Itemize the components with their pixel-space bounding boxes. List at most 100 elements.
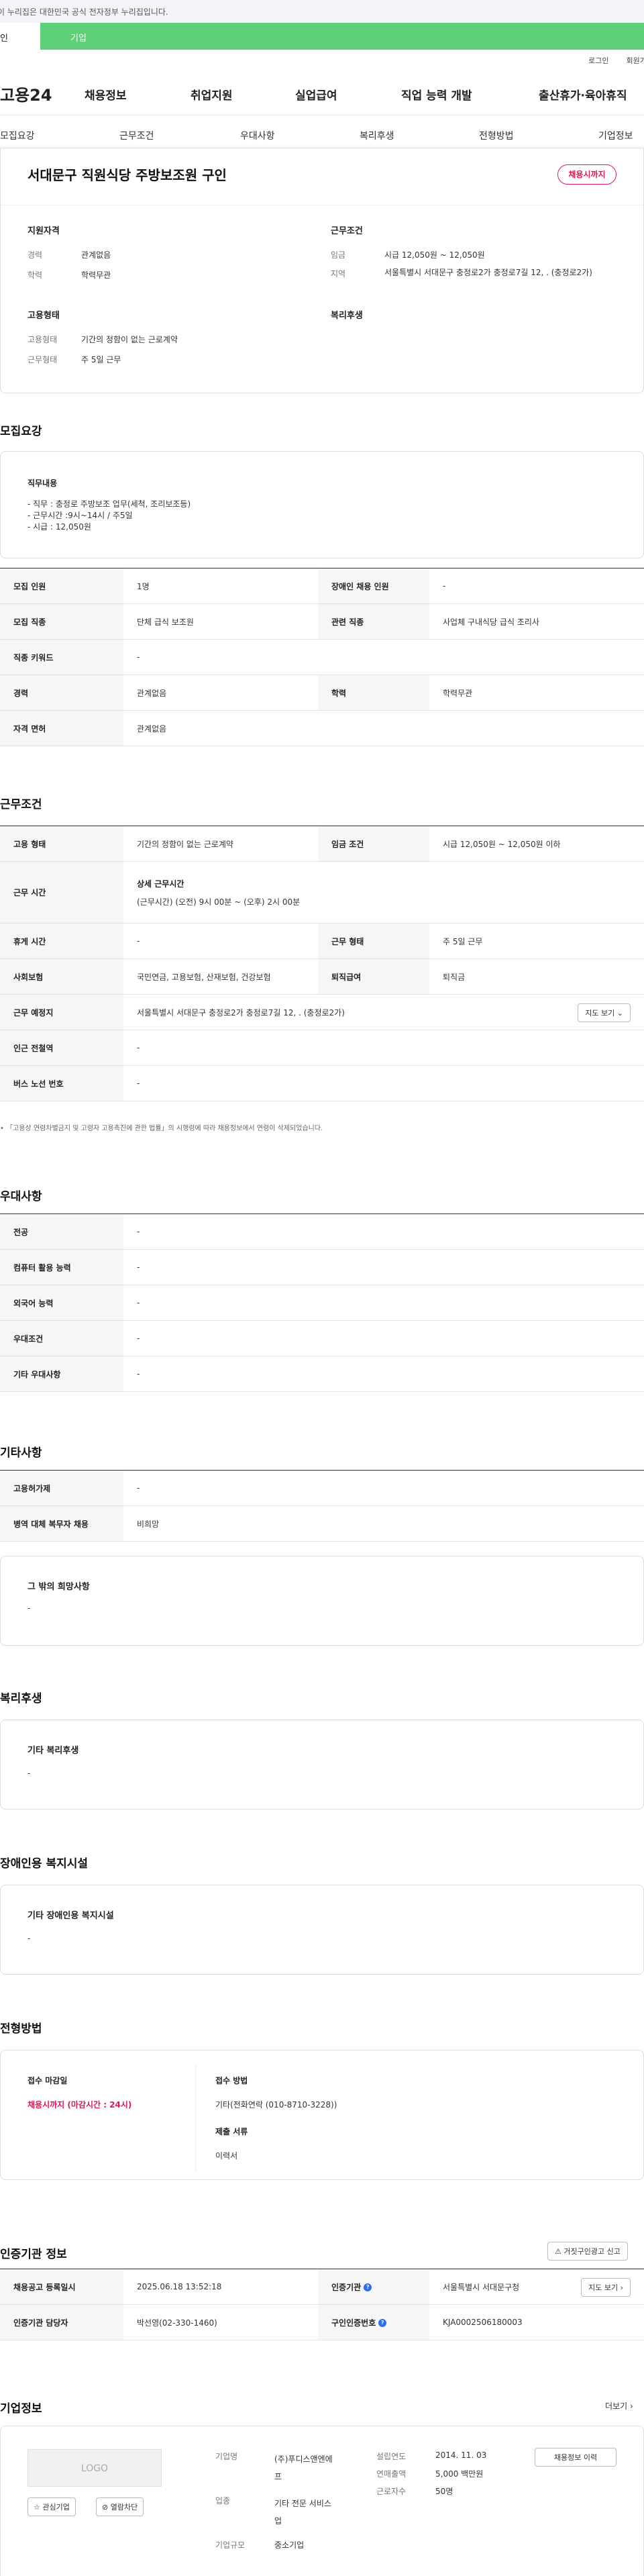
login-link[interactable]: 로그인 bbox=[588, 56, 608, 65]
anchor-recruit[interactable]: 모집요강 bbox=[0, 129, 35, 142]
table-key: 인증기관 담당자 bbox=[0, 2304, 123, 2340]
table-row: 모집 직종 단체 급식 보조원 관련 직종 사업체 구내식당 급식 조리사 bbox=[0, 603, 644, 640]
nav-unemployment-benefit[interactable]: 실업급여 bbox=[295, 86, 337, 103]
table-value: - bbox=[429, 568, 644, 604]
company-name-label: 기업명 bbox=[215, 2452, 238, 2461]
welfare-card-heading: 기타 복리후생 bbox=[28, 1746, 79, 1756]
table-key: 고용 형태 bbox=[0, 826, 123, 862]
tab-personal[interactable]: 인 bbox=[0, 23, 40, 50]
anchor-welfare[interactable]: 복리후생 bbox=[360, 129, 394, 142]
duty-card: 직무내용 - 직무 : 충정로 주방보조 업무(세척, 조리보조등) - 근무시… bbox=[0, 451, 644, 558]
agency-table: 채용공고 등록일시 2025.06.18 13:52:18 인증기관? 서울특별시 서… bbox=[0, 2269, 644, 2340]
employees-label: 근로자수 bbox=[376, 2487, 407, 2496]
method-heading: 접수 방법 bbox=[215, 2076, 248, 2085]
misc-value: - bbox=[28, 1603, 31, 1613]
table-key: 병역 대체 복무자 채용 bbox=[0, 1505, 123, 1542]
nav-employment-support[interactable]: 취업지원 bbox=[191, 86, 233, 103]
table-row: 고용 형태 기간의 정함이 없는 근로계약 임금 조건 시급 12,050원 ~ 12… bbox=[0, 826, 644, 862]
table-row: 우대조건 - bbox=[0, 1320, 644, 1356]
block-view-button[interactable]: ⊘ 열람차단 bbox=[96, 2497, 144, 2516]
utility-links: 로그인 회원가입 bbox=[0, 50, 644, 68]
table-key: 모집 인원 bbox=[0, 568, 123, 604]
anchor-company[interactable]: 기업정보 bbox=[598, 129, 633, 142]
nav-training[interactable]: 직업 능력 개발 bbox=[401, 86, 472, 103]
welfare-heading: 복리후생 bbox=[331, 311, 363, 321]
table-value: - bbox=[123, 1065, 644, 1101]
job-summary-card: 서대문구 직원식당 주방보조원 구인 채용시까지 지원자격 경력 관계없음 학력… bbox=[0, 148, 644, 393]
others-table: 고용허가제 - 병역 대체 복무자 채용 비희망 bbox=[0, 1470, 644, 1542]
chevron-down-icon: ⌄ bbox=[616, 1009, 623, 1018]
career-label: 경력 bbox=[28, 250, 43, 260]
report-button[interactable]: ⚠ 거짓구인광고 신고 bbox=[547, 2242, 628, 2261]
map-button[interactable]: 지도 보기 ⌄ bbox=[578, 1003, 631, 1022]
conditions-table-wrap: 고용 형태 기간의 정함이 없는 근로계약 임금 조건 시급 12,050원 ~ 12… bbox=[0, 826, 644, 1101]
industry-value: 기타 전문 서비스 업 bbox=[274, 2499, 331, 2526]
employment-type-value: 기간의 정함이 없는 근로계약 bbox=[81, 335, 178, 344]
age-notice: • 「고용상 연령차별금지 및 고령자 고용촉진에 관한 법률」의 시행령에 따… bbox=[0, 1125, 323, 1132]
table-value: - bbox=[123, 1356, 644, 1392]
global-nav: 고용24 채용정보 취업지원 실업급여 직업 능력 개발 출산휴가·육아휴직 bbox=[0, 68, 644, 115]
table-key: 근무 형태 bbox=[318, 923, 429, 959]
tab-corporate[interactable]: 기업 bbox=[40, 23, 87, 50]
deadline-heading: 접수 마감일 bbox=[28, 2076, 68, 2085]
hours-cell: 상세 근무시간 (근무시간) (오전) 9시 00분 ~ (오후) 2시 00분 bbox=[123, 861, 644, 924]
recruit-table-wrap: 모집 인원 1명 장애인 채용 인원 - 모집 직종 단체 급식 보조원 관련 직종 사업체… bbox=[0, 568, 644, 746]
table-row: 모집 인원 1명 장애인 채용 인원 - bbox=[0, 568, 644, 604]
company-name-value: (주)푸디스앤엔에 프 bbox=[274, 2455, 333, 2481]
star-icon: ☆ bbox=[34, 2503, 40, 2512]
anchor-conditions[interactable]: 근무조건 bbox=[119, 129, 154, 142]
work-type-label: 근무형태 bbox=[28, 355, 58, 364]
table-row: 버스 노선 번호 - bbox=[0, 1065, 644, 1101]
table-key: 장애인 채용 인원 bbox=[318, 568, 429, 604]
table-key: 컴퓨터 활용 능력 bbox=[0, 1249, 123, 1285]
preferences-table: 전공 - 컴퓨터 활용 능력 - 외국어 능력 - 우대조건 - 기타 우대사항 - bbox=[0, 1213, 644, 1392]
table-value: 시급 12,050원 ~ 12,050원 이하 bbox=[429, 826, 644, 862]
sales-label: 연매출액 bbox=[376, 2469, 407, 2479]
table-key: 외국어 능력 bbox=[0, 1285, 123, 1321]
table-row: 고용허가제 - bbox=[0, 1470, 644, 1506]
site-logo[interactable]: 고용24 bbox=[0, 82, 52, 105]
education-value: 학력무관 bbox=[81, 270, 111, 280]
table-key: 근무 예정지 bbox=[0, 994, 123, 1030]
anchor-preferences[interactable]: 우대사항 bbox=[240, 129, 275, 142]
chevron-right-icon: › bbox=[629, 2401, 633, 2411]
duty-line: - 근무시간 :9시~14시 / 주5일 bbox=[28, 511, 133, 520]
nav-parental-leave[interactable]: 출산휴가·육아휴직 bbox=[539, 86, 627, 103]
table-value: - bbox=[123, 1320, 644, 1356]
info-icon[interactable]: ? bbox=[364, 2283, 372, 2291]
table-row: 근무 예정지 서울특별시 서대문구 충정로2가 충정로7길 12, . (충정로2… bbox=[0, 994, 644, 1030]
table-value: - bbox=[123, 639, 644, 675]
welfare-value: - bbox=[28, 1769, 31, 1778]
nav-jobs[interactable]: 채용정보 bbox=[85, 86, 127, 103]
table-key: 자격 면허 bbox=[0, 710, 123, 746]
anchor-selection[interactable]: 전형방법 bbox=[479, 129, 514, 142]
table-row: 사회보험 국민연금, 고용보험, 산재보험, 건강보험 퇴직급여 퇴직금 bbox=[0, 958, 644, 995]
hours-value: (근무시간) (오전) 9시 00분 ~ (오후) 2시 00분 bbox=[137, 897, 301, 907]
join-link[interactable]: 회원가입 bbox=[627, 56, 644, 65]
duty-line: - 직무 : 충정로 주방보조 업무(세척, 조리보조등) bbox=[28, 499, 191, 509]
job-title: 서대문구 직원식당 주방보조원 구인 bbox=[28, 167, 227, 183]
misc-heading: 그 밖의 희망사항 bbox=[28, 1582, 90, 1592]
table-value: - bbox=[123, 1285, 644, 1321]
hiring-history-button[interactable]: 채용정보 이력 bbox=[535, 2448, 616, 2467]
table-key: 버스 노선 번호 bbox=[0, 1065, 123, 1101]
work-type-value: 주 5일 근무 bbox=[81, 355, 121, 364]
table-value: 학력무관 bbox=[429, 675, 644, 711]
favorite-company-button[interactable]: ☆ 관심기업 bbox=[28, 2497, 76, 2516]
info-icon[interactable]: ? bbox=[378, 2319, 387, 2327]
table-value: 주 5일 근무 bbox=[429, 923, 644, 959]
table-value: 단체 급식 보조원 bbox=[123, 603, 318, 640]
table-row: 인증기관 담당자 박선영(02-330-1460) 구인인증번호? KJA000250… bbox=[0, 2304, 644, 2340]
welfare-card: 기타 복리후생 - bbox=[0, 1720, 644, 1810]
table-value: - bbox=[123, 1030, 644, 1066]
conditions-section-title: 근무조건 bbox=[0, 798, 42, 811]
table-key: 직종 키워드 bbox=[0, 639, 123, 675]
block-icon: ⊘ bbox=[102, 2503, 109, 2512]
founded-label: 설립연도 bbox=[376, 2452, 407, 2461]
company-more-link[interactable]: 더보기 › bbox=[605, 2400, 633, 2412]
table-key: 전공 bbox=[0, 1213, 123, 1250]
agency-map-button[interactable]: 지도 보기 › bbox=[581, 2278, 631, 2297]
table-value: 1명 bbox=[123, 568, 318, 604]
industry-label: 업종 bbox=[215, 2496, 231, 2506]
table-value: 국민연금, 고용보험, 산재보험, 건강보험 bbox=[123, 958, 318, 995]
